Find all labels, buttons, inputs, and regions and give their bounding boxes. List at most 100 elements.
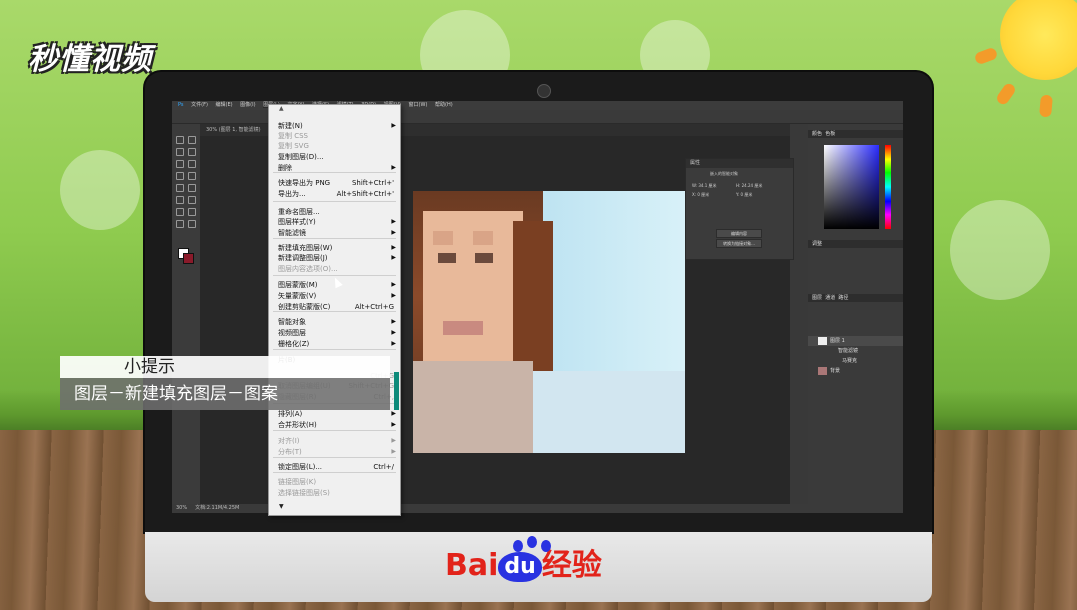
scroll-up-icon[interactable]: ▲	[279, 105, 284, 112]
menu-file[interactable]: 文件(F)	[191, 102, 208, 108]
layer-row[interactable]: 背景	[808, 366, 903, 376]
properties-y[interactable]: Y: 0 厘米	[736, 192, 752, 198]
zoom-tool-icon[interactable]	[188, 220, 196, 228]
convert-to-linked-button[interactable]: 转换为链接对象...	[716, 239, 762, 248]
menu-item[interactable]: 矢量蒙版(V) ▶	[269, 291, 400, 301]
properties-title: 属性	[686, 159, 793, 168]
eyedropper-tool-icon[interactable]	[188, 160, 196, 168]
menu-help[interactable]: 帮助(H)	[435, 102, 453, 108]
menu-window[interactable]: 窗口(W)	[409, 102, 428, 108]
menu-item[interactable]: 视频图层 ▶	[269, 328, 400, 338]
properties-width[interactable]: W: 34.1 厘米	[692, 183, 717, 189]
menu-item[interactable]: 图层样式(Y) ▶	[269, 217, 400, 227]
ps-right-panels: 颜色 色板 调整 图层 通道 路径 图层 1 智能滤镜 马赛克 背景	[808, 124, 903, 504]
menu-item: 对齐(I) ▶	[269, 436, 400, 446]
properties-height[interactable]: H: 24.24 厘米	[736, 183, 762, 189]
hue-slider[interactable]	[885, 145, 891, 229]
baidu-jingyan-logo: Bai du 经验	[445, 540, 602, 592]
menu-item[interactable]: 智能对象 ▶	[269, 317, 400, 327]
scroll-down-icon[interactable]: ▼	[279, 503, 284, 510]
menu-item[interactable]: 删除 ▶	[269, 163, 400, 173]
menu-item[interactable]: 重命名图层...	[269, 207, 400, 217]
tip-title: 小提示	[124, 357, 175, 377]
properties-x[interactable]: X: 0 厘米	[692, 192, 709, 198]
wand-tool-icon[interactable]	[188, 148, 196, 156]
menu-item-label: 栅格化(Z)	[278, 340, 310, 348]
menu-item-label: 智能滤镜	[278, 229, 306, 237]
move-tool-icon[interactable]	[176, 136, 184, 144]
baidu-paw-icon	[527, 536, 537, 548]
submenu-arrow-icon: ▶	[391, 318, 396, 325]
submenu-arrow-icon: ▶	[391, 292, 396, 299]
stamp-tool-icon[interactable]	[176, 184, 184, 192]
miaodong-logo: 秒懂视频	[28, 42, 152, 77]
hand-tool-icon[interactable]	[176, 220, 184, 228]
mosaic-portrait-image	[413, 191, 685, 453]
status-zoom: 30%	[176, 505, 188, 511]
baidu-text-jingyan: 经验	[541, 548, 602, 583]
menu-item-label: 删除	[278, 164, 292, 172]
layer-row[interactable]: 马赛克	[808, 356, 903, 366]
menu-item[interactable]: 创建剪贴蒙版(C) Alt+Ctrl+G	[269, 302, 400, 312]
pen-tool-icon[interactable]	[176, 208, 184, 216]
menu-item-shortcut: Alt+Ctrl+G	[354, 303, 394, 311]
menu-separator	[273, 238, 396, 239]
gradient-tool-icon[interactable]	[188, 196, 196, 204]
menu-item-label: 导出为...	[278, 190, 306, 198]
menu-item[interactable]: 栅格化(Z) ▶	[269, 339, 400, 349]
menu-item[interactable]: 复制图层(D)...	[269, 152, 400, 162]
color-panel-tab[interactable]: 颜色 色板	[808, 130, 903, 138]
menu-item: 选择链接图层(S)	[269, 488, 400, 498]
crop-tool-icon[interactable]	[176, 160, 184, 168]
menu-item-label: 排列(A)	[278, 410, 303, 418]
menu-item[interactable]: 新建(N) ▶	[269, 121, 400, 131]
menu-item[interactable]: 智能滤镜 ▶	[269, 228, 400, 238]
menu-item-label: 选择链接图层(S)	[278, 489, 330, 497]
healing-tool-icon[interactable]	[176, 172, 184, 180]
submenu-arrow-icon: ▶	[391, 329, 396, 336]
lasso-tool-icon[interactable]	[176, 148, 184, 156]
menu-item[interactable]: 导出为... Alt+Shift+Ctrl+'	[269, 189, 400, 199]
menu-item-label: 智能对象	[278, 318, 306, 326]
layers-panel-tab[interactable]: 图层 通道 路径	[808, 294, 903, 302]
color-picker-field[interactable]	[824, 145, 879, 229]
menu-item[interactable]: 新建填充图层(W) ▶	[269, 243, 400, 253]
menu-separator	[273, 472, 396, 473]
edit-contents-button[interactable]: 编辑内容	[716, 229, 762, 238]
layer-thumbnail	[818, 337, 827, 345]
submenu-arrow-icon: ▶	[391, 229, 396, 236]
menu-separator	[273, 349, 396, 350]
menu-item[interactable]: 合并形状(H) ▶	[269, 420, 400, 430]
adjustments-panel-tab[interactable]: 调整	[808, 240, 903, 248]
webcam-icon	[537, 84, 551, 98]
menu-item-shortcut: Shift+Ctrl+'	[351, 179, 394, 187]
marquee-tool-icon[interactable]	[188, 136, 196, 144]
menu-item[interactable]: 排列(A) ▶	[269, 409, 400, 419]
menu-item[interactable]: 新建调整图层(J) ▶	[269, 253, 400, 263]
menu-item-label: 矢量蒙版(V)	[278, 292, 317, 300]
menu-item[interactable]: 快速导出为 PNG Shift+Ctrl+'	[269, 178, 400, 188]
brush-tool-icon[interactable]	[188, 172, 196, 180]
history-brush-icon[interactable]	[188, 184, 196, 192]
menu-image[interactable]: 图像(I)	[240, 102, 255, 108]
layer-row[interactable]: 智能滤镜	[808, 346, 903, 356]
text-tool-icon[interactable]	[188, 208, 196, 216]
menu-separator	[273, 275, 396, 276]
menu-item: 复制 SVG	[269, 141, 400, 151]
submenu-arrow-icon: ▶	[391, 437, 396, 444]
background-color-swatch[interactable]	[183, 253, 194, 264]
submenu-arrow-icon: ▶	[391, 448, 396, 455]
menu-item: 复制 CSS	[269, 131, 400, 141]
layer-row[interactable]: 图层 1	[808, 336, 903, 346]
eraser-tool-icon[interactable]	[176, 196, 184, 204]
tip-text: 图层－新建填充图层－图案	[74, 384, 278, 404]
submenu-arrow-icon: ▶	[391, 281, 396, 288]
menu-item[interactable]: 锁定图层(L)... Ctrl+/	[269, 462, 400, 472]
menu-item-label: 图层蒙版(M)	[278, 281, 318, 289]
submenu-arrow-icon: ▶	[391, 421, 396, 428]
menu-item-label: 复制 CSS	[278, 132, 308, 140]
menu-separator	[273, 430, 396, 431]
ps-logo-icon[interactable]: Ps	[178, 102, 184, 108]
menu-item-label: 图层内容选项(O)...	[278, 265, 338, 273]
menu-edit[interactable]: 编辑(E)	[216, 102, 233, 108]
